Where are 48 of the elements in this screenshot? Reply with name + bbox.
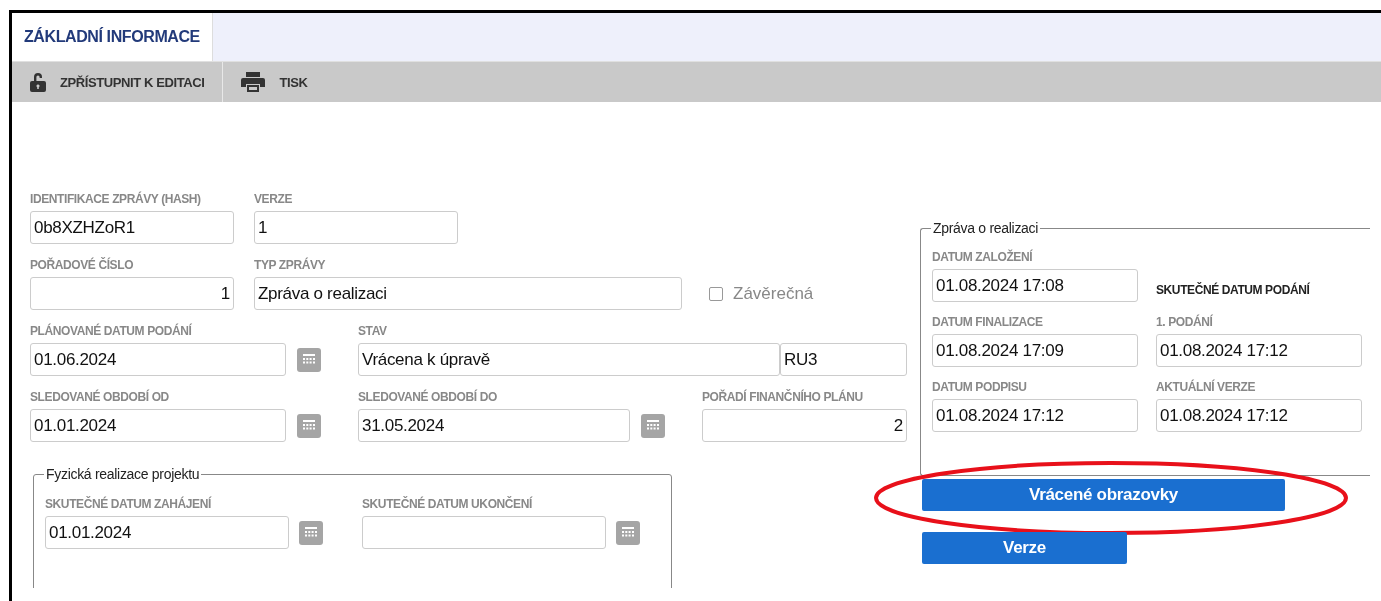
- input-field[interactable]: 01.08.2024 17:12: [1156, 399, 1362, 432]
- field-label: 1. PODÁNÍ: [1156, 315, 1214, 329]
- calendar-icon[interactable]: [299, 520, 323, 545]
- calendar-icon[interactable]: [616, 520, 640, 545]
- calendar-icon[interactable]: [297, 413, 321, 438]
- field-label: DATUM PODPISU: [932, 380, 1028, 394]
- toolbar-button[interactable]: TISK: [223, 62, 326, 102]
- printer-icon: [241, 72, 266, 92]
- input-field[interactable]: 0b8XZHZoR1: [30, 211, 234, 244]
- action-button[interactable]: Vrácené obrazovky: [922, 479, 1285, 511]
- input-field[interactable]: 01.06.2024: [30, 343, 286, 376]
- input-field[interactable]: [362, 516, 606, 549]
- toolbar-button[interactable]: ZPŘÍSTUPNIT K EDITACI: [12, 62, 223, 102]
- input-field[interactable]: 31.05.2024: [358, 409, 630, 442]
- input-field[interactable]: 1: [254, 211, 458, 244]
- input-field[interactable]: 1: [30, 277, 234, 310]
- tab[interactable]: ZÁKLADNÍ INFORMACE: [12, 13, 213, 61]
- input-field[interactable]: 2: [702, 409, 907, 442]
- unlock-icon: [30, 72, 46, 92]
- action-button[interactable]: Verze: [922, 532, 1127, 564]
- field-label: STAV: [358, 324, 388, 338]
- field-label: SKUTEČNÉ DATUM ZAHÁJENÍ: [45, 497, 213, 511]
- section-heading: SKUTEČNÉ DATUM PODÁNÍ: [1156, 283, 1310, 297]
- input-field[interactable]: 01.08.2024 17:12: [932, 399, 1138, 432]
- calendar-icon[interactable]: [297, 347, 321, 372]
- field-label: VERZE: [254, 192, 293, 206]
- field-label: DATUM FINALIZACE: [932, 315, 1044, 329]
- input-field[interactable]: RU3: [780, 343, 907, 376]
- input-field[interactable]: Vrácena k úpravě: [358, 343, 780, 376]
- field-label: AKTUÁLNÍ VERZE: [1156, 380, 1257, 394]
- input-field[interactable]: 01.08.2024 17:09: [932, 334, 1138, 367]
- field-label: SLEDOVANÉ OBDOBÍ OD: [30, 390, 170, 404]
- input-field[interactable]: Zpráva o realizaci: [254, 277, 682, 310]
- calendar-icon[interactable]: [641, 413, 665, 438]
- field-label: TYP ZPRÁVY: [254, 258, 327, 272]
- input-field[interactable]: 01.08.2024 17:08: [932, 269, 1138, 302]
- field-label: IDENTIFIKACE ZPRÁVY (HASH): [30, 192, 202, 206]
- field-label: POŘADÍ FINANČNÍHO PLÁNU: [702, 390, 864, 404]
- input-field[interactable]: 01.08.2024 17:12: [1156, 334, 1362, 367]
- field-label: DATUM ZALOŽENÍ: [932, 250, 1034, 264]
- fieldset-legend: Fyzická realizace projektu: [44, 466, 202, 483]
- field-label: PLÁNOVANÉ DATUM PODÁNÍ: [30, 324, 193, 338]
- input-field[interactable]: 01.01.2024: [45, 516, 289, 549]
- input-field[interactable]: 01.01.2024: [30, 409, 286, 442]
- fieldset-legend: Zpráva o realizaci: [931, 220, 1041, 237]
- field-label: SKUTEČNÉ DATUM UKONČENÍ: [362, 497, 534, 511]
- field-label: SLEDOVANÉ OBDOBÍ DO: [358, 390, 498, 404]
- field-label: POŘADOVÉ ČÍSLO: [30, 258, 135, 272]
